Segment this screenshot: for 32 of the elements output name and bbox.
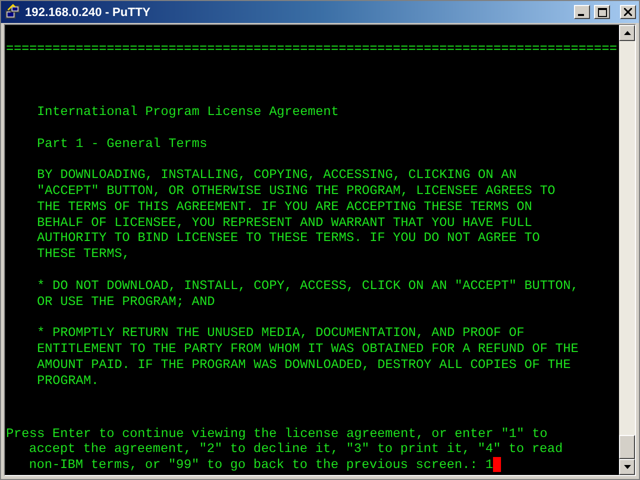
terminal-line: Part 1 - General Terms xyxy=(37,136,208,152)
terminal-line: THESE TERMS, xyxy=(37,246,131,262)
terminal-line: THE TERMS OF THIS AGREEMENT. IF YOU ARE ACCEPTING THESE TERMS ON xyxy=(37,198,534,215)
cursor xyxy=(493,457,502,472)
scrollbar[interactable] xyxy=(619,25,635,475)
terminal-line: AMOUNT PAID. IF THE PROGRAM WAS DOWNLOADED, DESTROY ALL COPIES OF THE xyxy=(37,356,572,373)
scroll-thumb[interactable] xyxy=(619,435,635,459)
terminal-line: AUTHORITY TO BIND LICENSEE TO THESE TERMS. IF YOU DO NOT AGREE TO xyxy=(37,230,541,246)
scroll-down-button[interactable] xyxy=(619,459,635,475)
terminal-line: * DO NOT DOWNLOAD, INSTALL, COPY, ACCESS, CLICK ON AN "ACCEPT" BUTTON, xyxy=(37,278,580,294)
terminal-line: * PROMPTLY RETURN THE UNUSED MEDIA, DOCUMENTATION, AND PROOF OF xyxy=(37,325,526,341)
prompt-line: Press Enter to continue viewing the license agreement, or enter "1" to xyxy=(6,426,548,442)
maximize-button[interactable] xyxy=(594,5,610,19)
terminal-line: BEHALF OF LICENSEE, YOU REPRESENT AND WARRANT THAT YOU HAVE FULL xyxy=(37,214,534,230)
putty-icon xyxy=(5,4,21,20)
separator-line: =============================================================================== xyxy=(6,40,618,57)
maximize-icon xyxy=(598,8,606,16)
terminal-line: "ACCEPT" BUTTON, OR OTHERWISE USING THE PROGRAM, LICENSEE AGREES TO xyxy=(37,182,556,199)
terminal-line: International Program License Agreement xyxy=(37,104,340,120)
close-icon xyxy=(624,8,632,16)
scroll-up-button[interactable] xyxy=(619,25,635,41)
up-arrow-icon xyxy=(624,31,630,35)
terminal-line: ENTITLEMENT TO THE PARTY FROM WHOM IT WAS OBTAINED FOR A REFUND OF THE xyxy=(37,340,580,357)
down-arrow-icon xyxy=(624,465,630,469)
terminal-line: BY DOWNLOADING, INSTALLING, COPYING, ACCESSING, CLICKING ON AN xyxy=(37,167,518,183)
terminal-line: OR USE THE PROGRAM; AND xyxy=(37,294,216,310)
terminal-line: PROGRAM. xyxy=(37,372,100,388)
window-title: 192.168.0.240 - PuTTY xyxy=(25,5,152,19)
close-button[interactable] xyxy=(620,5,636,19)
prompt-line: non-IBM terms, or "99" to go back to the previous screen.: 1 xyxy=(6,457,502,473)
prompt-line: accept the agreement, "2" to decline it, "3" to print it, "4" to read xyxy=(28,441,563,458)
minimize-button[interactable] xyxy=(574,5,590,19)
